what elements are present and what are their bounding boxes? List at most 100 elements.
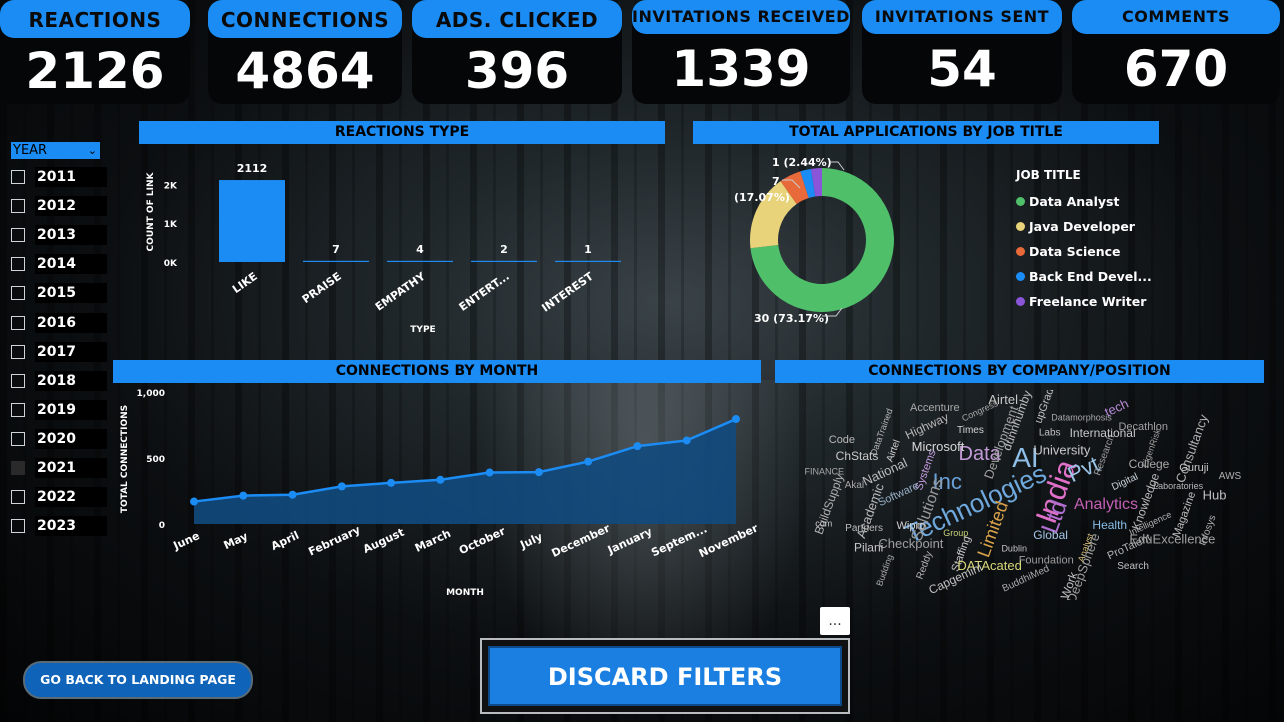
- wordcloud-word: Decathlon: [1118, 421, 1168, 433]
- year-option-2011[interactable]: 2011: [11, 166, 107, 188]
- legend-item[interactable]: Data Science: [1016, 239, 1152, 264]
- area-fill: [194, 419, 736, 524]
- year-option-2020[interactable]: 2020: [11, 428, 107, 450]
- legend-dot-icon: [1016, 247, 1025, 256]
- data-label: 2: [500, 243, 508, 256]
- year-option-2016[interactable]: 2016: [11, 312, 107, 334]
- year-option-2015[interactable]: 2015: [11, 282, 107, 304]
- legend-dot-icon: [1016, 297, 1025, 306]
- y-axis-label: COUNT OF LINK: [146, 172, 156, 252]
- year-label: 2015: [35, 283, 107, 304]
- year-checkbox[interactable]: [11, 461, 25, 475]
- year-label: 2022: [35, 487, 107, 508]
- kpi-title: INVITATIONS SENT: [862, 0, 1062, 34]
- legend-item[interactable]: Freelance Writer: [1016, 289, 1152, 314]
- year-checkbox[interactable]: [11, 431, 25, 446]
- donut-label-left-value: 7: [772, 175, 780, 188]
- kpi-card-connections: CONNECTIONS 4864: [208, 0, 402, 104]
- wordcloud-word: Code: [829, 434, 855, 446]
- wordcloud-word: Highway: [903, 410, 951, 442]
- year-checkbox[interactable]: [11, 257, 25, 272]
- wordcloud-word: Search: [1117, 561, 1149, 572]
- wordcloud-word: Budding: [874, 553, 895, 587]
- year-checkbox[interactable]: [11, 490, 25, 505]
- year-checkbox[interactable]: [11, 315, 25, 330]
- wordcloud-word: com: [815, 518, 832, 528]
- year-slicer-dropdown[interactable]: YEAR ⌄: [11, 142, 100, 159]
- data-point: [337, 482, 346, 491]
- y-tick-label: 0: [159, 521, 165, 531]
- kpi-card-comments: COMMENTS 670: [1072, 0, 1280, 104]
- year-checkbox[interactable]: [11, 228, 25, 243]
- data-point: [190, 497, 198, 506]
- year-label: 2011: [35, 167, 107, 187]
- back-to-landing-button[interactable]: GO BACK TO LANDING PAGE: [23, 661, 253, 699]
- x-tick-label: March: [413, 527, 453, 555]
- year-option-2023[interactable]: 2023: [11, 515, 107, 537]
- year-checkbox[interactable]: [11, 344, 25, 359]
- bar: [471, 260, 537, 262]
- kpi-value: 670: [1123, 40, 1229, 98]
- year-label: 2017: [35, 341, 107, 362]
- x-tick-label: PRAISE: [300, 270, 344, 306]
- donut-label-left-pct: (17.07%): [734, 191, 790, 204]
- x-tick-label: December: [549, 521, 612, 560]
- wordcloud-word: Accenture: [910, 402, 960, 414]
- year-option-2022[interactable]: 2022: [11, 486, 107, 508]
- legend-label: Java Developer: [1029, 219, 1135, 234]
- year-option-2021[interactable]: 2021: [11, 457, 107, 479]
- year-checkbox[interactable]: [11, 373, 25, 388]
- wordcloud-word: Global: [1033, 528, 1068, 542]
- data-label: 1: [584, 243, 592, 256]
- bar: [303, 260, 369, 262]
- wordcloud-word: Airtel: [988, 392, 1018, 407]
- kpi-value: 4864: [235, 42, 375, 100]
- year-checkbox[interactable]: [11, 199, 25, 214]
- x-tick-label: August: [361, 526, 406, 556]
- y-tick-label: 1,000: [137, 389, 165, 399]
- kpi-title: REACTIONS: [0, 0, 190, 38]
- x-tick-label: February: [306, 523, 362, 558]
- year-checkbox[interactable]: [11, 519, 25, 534]
- wordcloud-word: Hub: [1203, 487, 1227, 502]
- data-point: [485, 468, 494, 477]
- bar: [387, 260, 453, 262]
- wordcloud-word: University: [1033, 443, 1091, 458]
- year-checkbox[interactable]: [11, 286, 25, 301]
- year-label: 2018: [35, 370, 107, 391]
- discard-filters-button[interactable]: DISCARD FILTERS: [488, 646, 842, 706]
- year-slicer-header: YEAR: [13, 143, 48, 158]
- wordcloud-word: AWS: [1219, 471, 1242, 482]
- wordcloud-word: Dublin: [1001, 543, 1027, 553]
- kpi-card-invitations-sent: INVITATIONS SENT 54: [862, 0, 1062, 104]
- more-options-button[interactable]: ...: [820, 607, 850, 635]
- applications-title: TOTAL APPLICATIONS BY JOB TITLE: [693, 121, 1159, 144]
- y-tick-label: 0K: [164, 259, 178, 269]
- year-checkbox[interactable]: [11, 402, 25, 417]
- wordcloud-word: Pilani: [854, 540, 883, 554]
- kpi-value: 396: [464, 42, 570, 100]
- kpi-value: 1339: [671, 40, 811, 98]
- wordcloud-word: Health: [1092, 518, 1127, 532]
- connections-month-title: CONNECTIONS BY MONTH: [113, 360, 761, 383]
- legend-dot-icon: [1016, 222, 1025, 231]
- year-option-2013[interactable]: 2013: [11, 224, 107, 246]
- wordcloud-word: Reddy: [915, 550, 935, 581]
- year-option-2012[interactable]: 2012: [11, 195, 107, 217]
- legend-item[interactable]: Data Analyst: [1016, 189, 1152, 214]
- y-tick-label: 500: [146, 455, 165, 465]
- connections-company-wordcloud: IndiaTechnologiesAILtdInc PvtLimitedDataA…: [804, 390, 1242, 600]
- year-option-2014[interactable]: 2014: [11, 253, 107, 275]
- year-option-2017[interactable]: 2017: [11, 341, 107, 363]
- wordcloud-word: Analytics: [1074, 496, 1138, 513]
- legend-label: Data Science: [1029, 244, 1121, 259]
- legend-item[interactable]: Java Developer: [1016, 214, 1152, 239]
- legend-item[interactable]: Back End Devel...: [1016, 264, 1152, 289]
- year-option-2019[interactable]: 2019: [11, 399, 107, 421]
- year-checkbox[interactable]: [11, 170, 25, 184]
- x-tick-label: January: [605, 525, 654, 557]
- kpi-title: INVITATIONS RECEIVED: [632, 0, 850, 34]
- year-option-2018[interactable]: 2018: [11, 370, 107, 392]
- data-point: [534, 468, 543, 477]
- data-point: [288, 490, 297, 499]
